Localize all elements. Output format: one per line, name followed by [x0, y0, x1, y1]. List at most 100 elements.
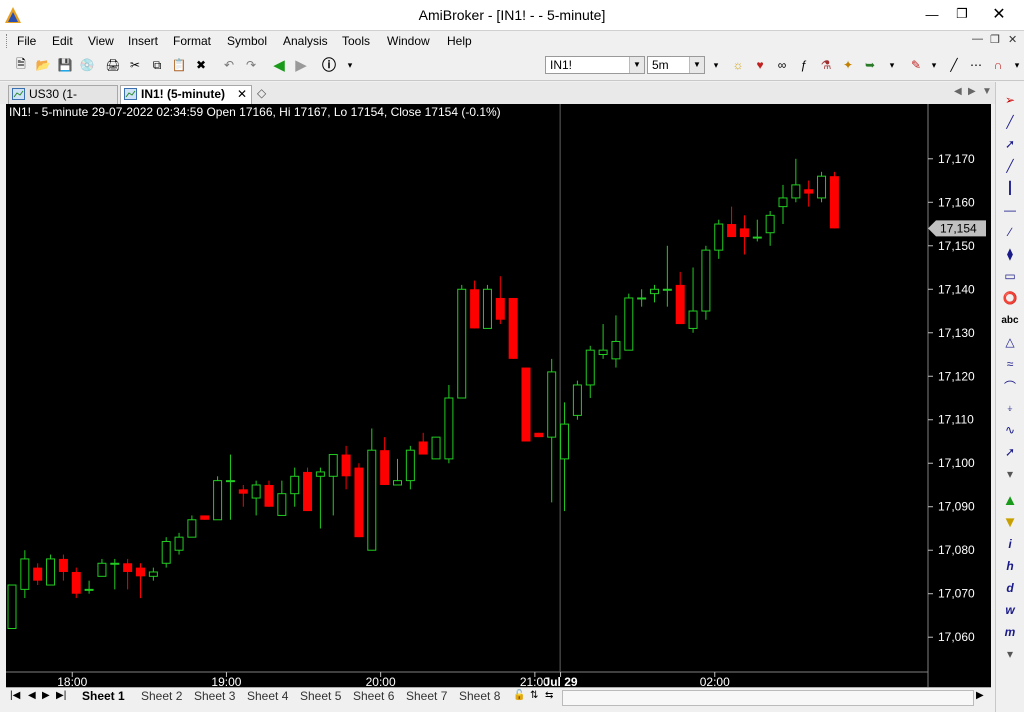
sheet-first-icon[interactable]: |◀ — [10, 690, 20, 701]
new-file-icon[interactable]: 🗎 — [12, 56, 30, 74]
tab-close-icon[interactable]: ✕ — [237, 86, 247, 103]
symbol-combo[interactable]: IN1! ▼ — [545, 56, 645, 74]
menu-help[interactable]: Help — [444, 33, 475, 49]
scroll-right-icon[interactable]: ▶ — [976, 690, 984, 701]
sell-arrow-icon[interactable]: ▼ — [999, 512, 1021, 532]
candlestick-chart[interactable]: 17,060 17,070 17,080 17,090 17,100 17,110 17,1… — [6, 104, 991, 687]
sidebar-overflow-icon-2[interactable]: ▾ — [999, 644, 1021, 664]
save-all-icon[interactable]: 💿 — [78, 56, 96, 74]
open-folder-icon[interactable]: 📂 — [34, 56, 52, 74]
toolbar-overflow-icon[interactable]: ▾ — [341, 56, 359, 74]
sheet-tab-3[interactable]: Sheet 3 — [194, 689, 235, 703]
pen-color-dropdown-icon[interactable]: ▾ — [925, 56, 943, 74]
sheet-tab-2[interactable]: Sheet 2 — [141, 689, 182, 703]
toolbar-overflow-icon-2[interactable]: ▾ — [707, 56, 725, 74]
redo-icon[interactable]: ↷ — [242, 56, 260, 74]
toolbar-overflow-icon-4[interactable]: ▾ — [1008, 56, 1024, 74]
ellipse-tool-icon[interactable]: ⭕ — [999, 288, 1021, 308]
text-tool-icon[interactable]: abc — [999, 310, 1021, 330]
magic-icon[interactable]: ✦ — [839, 56, 857, 74]
export-icon[interactable]: ➥ — [861, 56, 879, 74]
menu-analysis[interactable]: Analysis — [280, 33, 331, 49]
vertical-line-icon[interactable]: ┃ — [999, 178, 1021, 198]
copy-icon[interactable]: ⧉ — [148, 56, 166, 74]
menu-tools[interactable]: Tools — [339, 33, 373, 49]
delete-icon[interactable]: ✖ — [192, 56, 210, 74]
dotted-line-icon[interactable]: ⋯ — [967, 56, 985, 74]
ray-tool-icon[interactable]: ➚ — [999, 134, 1021, 154]
menu-insert[interactable]: Insert — [125, 33, 161, 49]
wizard-icon[interactable]: ⚗ — [817, 56, 835, 74]
horizontal-scrollbar[interactable] — [562, 690, 974, 706]
elliott-i-icon[interactable]: i — [999, 534, 1021, 554]
parallel-lines-icon[interactable]: ∕ — [999, 222, 1021, 242]
tab-us30[interactable]: US30 (1-minute) — [8, 85, 118, 118]
sheet-next-icon[interactable]: ▶ — [42, 690, 50, 701]
tab-scroll-left-icon[interactable]: ◀ — [954, 86, 962, 97]
rectangle-tool-icon[interactable]: ▭ — [999, 266, 1021, 286]
sheet-tab-8[interactable]: Sheet 8 — [459, 689, 500, 703]
sync-icon[interactable]: ⇆ — [545, 690, 553, 701]
channel-icon[interactable]: ⧫ — [999, 244, 1021, 264]
sheet-prev-icon[interactable]: ◀ — [28, 690, 36, 701]
cut-icon[interactable]: ✂ — [126, 56, 144, 74]
link-icon[interactable]: ∞ — [773, 56, 791, 74]
zigzag-tool-icon[interactable]: ∿ — [999, 420, 1021, 440]
arc-tool-icon[interactable]: ⌒ — [999, 376, 1021, 396]
back-icon[interactable]: ◀ — [270, 56, 288, 74]
sheet-tab-1[interactable]: Sheet 1 — [82, 689, 125, 703]
tab-list-icon[interactable]: ▼ — [982, 86, 992, 97]
mdi-minimize-button[interactable]: — — [972, 33, 983, 45]
triangle-tool-icon[interactable]: △ — [999, 332, 1021, 352]
sheet-tab-6[interactable]: Sheet 6 — [353, 689, 394, 703]
trendline-tool-icon[interactable]: ╱ — [999, 112, 1021, 132]
restore-button[interactable]: ❐ — [949, 4, 975, 24]
interval-combo[interactable]: 5m ▼ — [647, 56, 705, 74]
elliott-m-icon[interactable]: m — [999, 622, 1021, 642]
price-chart-pane[interactable]: IN1! - 5-minute 29-07-2022 02:34:59 Open… — [6, 104, 991, 687]
menu-view[interactable]: View — [85, 33, 117, 49]
new-tab-button[interactable]: ◇ — [254, 85, 272, 104]
menu-file[interactable]: File — [14, 33, 39, 49]
menu-symbol[interactable]: Symbol — [224, 33, 270, 49]
lock-icon[interactable]: 🔓 — [513, 690, 525, 701]
magnet-icon[interactable]: ∩ — [989, 56, 1007, 74]
paste-icon[interactable]: 📋 — [170, 56, 188, 74]
buy-arrow-icon[interactable]: ▲ — [999, 490, 1021, 510]
formula-icon[interactable]: ƒ — [795, 56, 813, 74]
sidebar-overflow-icon[interactable]: ▾ — [999, 464, 1021, 484]
line-tool-icon[interactable]: ╱ — [945, 56, 963, 74]
arrow-tool-icon[interactable]: ➚ — [999, 442, 1021, 462]
mdi-restore-button[interactable]: ❐ — [990, 33, 1000, 46]
tab-scroll-right-icon[interactable]: ▶ — [968, 86, 976, 97]
pen-color-icon[interactable]: ✎ — [907, 56, 925, 74]
menu-window[interactable]: Window — [384, 33, 433, 49]
sun-icon[interactable]: ☼ — [729, 56, 747, 74]
sheet-last-icon[interactable]: ▶| — [56, 690, 66, 701]
tab-in1-5minute[interactable]: IN1! (5-minute) ✕ — [120, 85, 252, 104]
sheet-tab-7[interactable]: Sheet 7 — [406, 689, 447, 703]
undo-icon[interactable]: ↶ — [220, 56, 238, 74]
forward-icon[interactable]: ▶ — [292, 56, 310, 74]
elliott-h-icon[interactable]: h — [999, 556, 1021, 576]
fibonacci-timezones-icon[interactable]: ⍖ — [999, 398, 1021, 418]
minimize-button[interactable]: — — [919, 4, 945, 24]
save-icon[interactable]: 💾 — [56, 56, 74, 74]
pointer-tool-icon[interactable]: ➢ — [999, 90, 1021, 110]
print-icon[interactable]: 🖨 — [104, 56, 122, 74]
horizontal-line-icon[interactable]: — — [999, 200, 1021, 220]
fan-tool-icon[interactable]: ≈ — [999, 354, 1021, 374]
menu-edit[interactable]: Edit — [49, 33, 76, 49]
sort-icon[interactable]: ⇅ — [530, 690, 538, 701]
interval-dropdown-icon[interactable]: ▼ — [689, 57, 704, 73]
mdi-close-button[interactable]: ✕ — [1008, 33, 1017, 46]
elliott-w-icon[interactable]: w — [999, 600, 1021, 620]
extended-line-icon[interactable]: ╱ — [999, 156, 1021, 176]
sheet-tab-5[interactable]: Sheet 5 — [300, 689, 341, 703]
close-button[interactable]: ✕ — [981, 4, 1017, 24]
toolbar-overflow-icon-3[interactable]: ▾ — [883, 56, 901, 74]
heart-icon[interactable]: ♥ — [751, 56, 769, 74]
menu-format[interactable]: Format — [170, 33, 214, 49]
sheet-tab-4[interactable]: Sheet 4 — [247, 689, 288, 703]
info-icon[interactable]: ⓘ — [320, 56, 338, 74]
